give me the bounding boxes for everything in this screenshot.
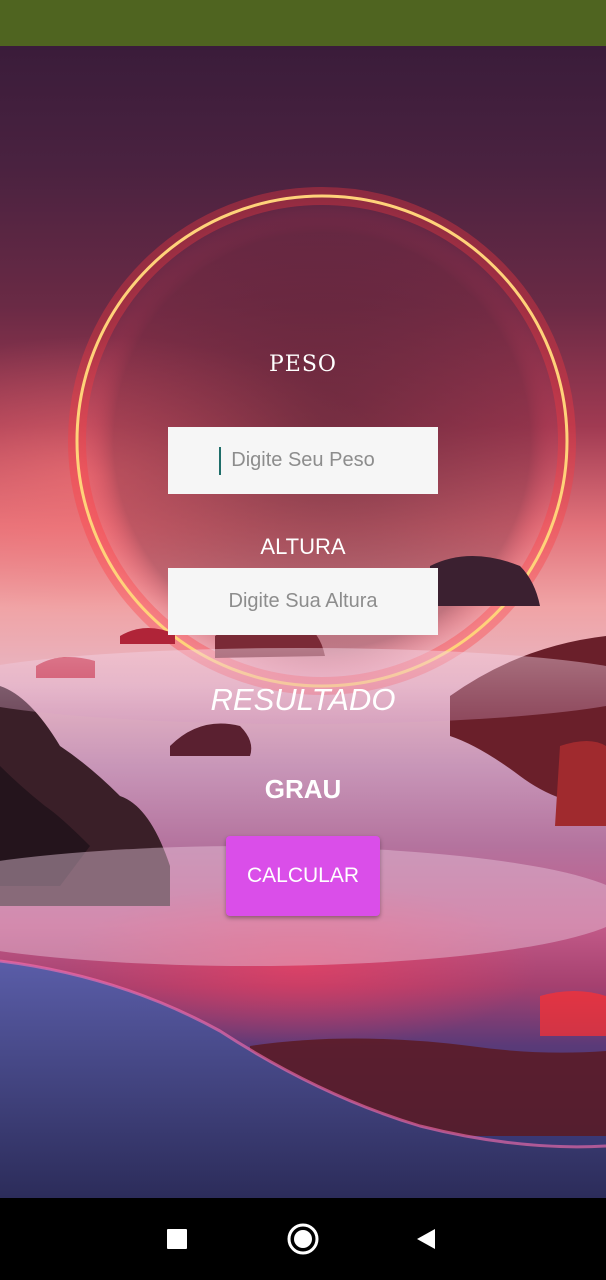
resultado-label: RESULTADO (210, 682, 396, 717)
altura-label: ALTURA (260, 534, 346, 559)
grau-label: GRAU (264, 774, 342, 804)
back-button[interactable] (386, 1198, 466, 1280)
navigation-bar (0, 1198, 606, 1280)
peso-input[interactable] (168, 427, 438, 494)
triangle-back-icon (417, 1229, 435, 1249)
square-recents-icon (167, 1229, 187, 1249)
text-cursor (219, 447, 221, 475)
phone-screen: PESO ALTURA RESULTADO GRAU CALCULAR (0, 0, 606, 1280)
circle-home-icon (287, 1223, 319, 1255)
peso-label: PESO (269, 352, 337, 377)
app-background: PESO ALTURA RESULTADO GRAU CALCULAR (0, 46, 606, 1198)
altura-input[interactable] (168, 568, 438, 635)
calcular-button[interactable]: CALCULAR (226, 836, 380, 916)
status-bar (0, 0, 606, 46)
recents-button[interactable] (137, 1198, 217, 1280)
home-button[interactable] (263, 1198, 343, 1280)
